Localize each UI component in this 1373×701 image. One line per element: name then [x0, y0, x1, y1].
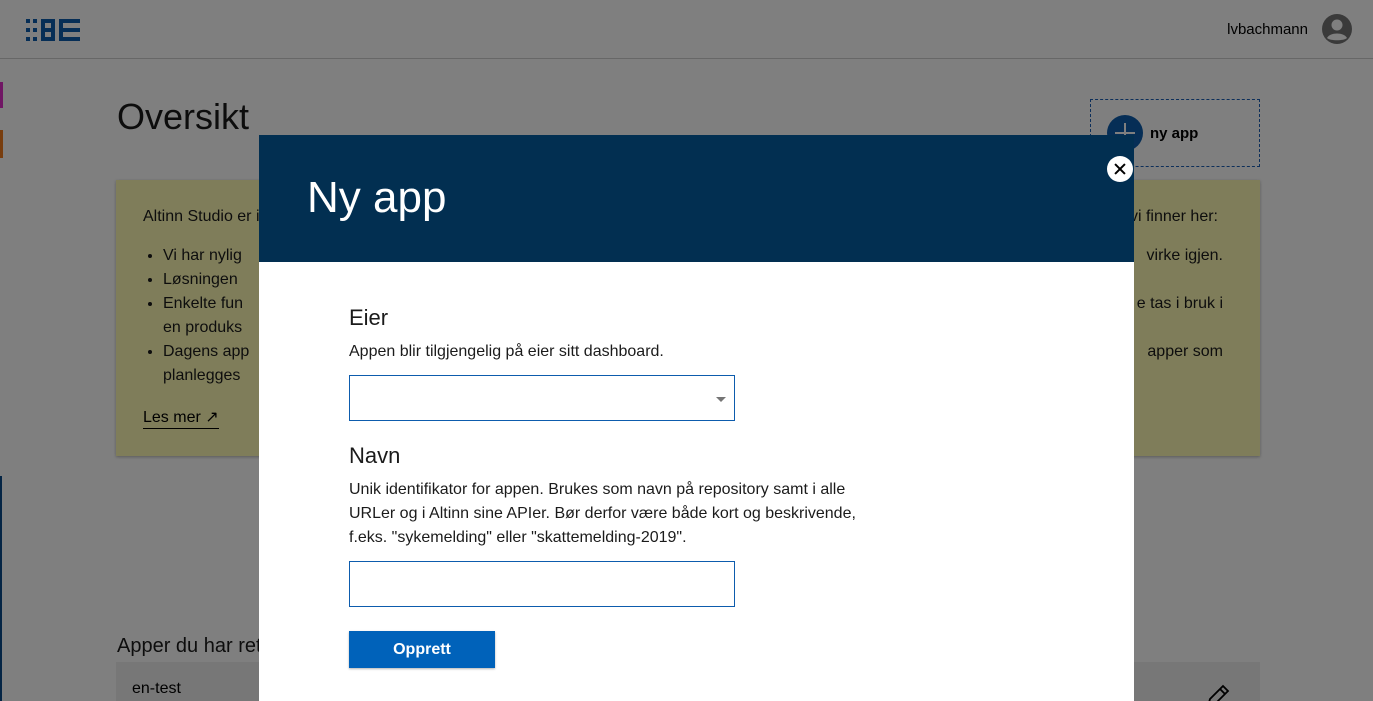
- owner-select[interactable]: [349, 375, 735, 421]
- modal-title: Ny app: [307, 173, 447, 222]
- name-description: Unik identifikator for appen. Brukes som…: [349, 478, 856, 550]
- app-name-input[interactable]: [349, 561, 735, 607]
- name-description-line: f.eks. "sykemelding" eller "skattemeldin…: [349, 529, 687, 546]
- name-description-line: URLer og i Altinn sine APIer. Bør derfor…: [349, 505, 856, 522]
- chevron-down-icon: [716, 397, 726, 402]
- owner-label: Eier: [349, 305, 389, 330]
- new-app-modal: Ny app Eier Appen blir tilgjengelig på e…: [259, 135, 1134, 701]
- owner-description: Appen blir tilgjengelig på eier sitt das…: [349, 343, 664, 360]
- close-modal-button[interactable]: [1107, 156, 1133, 182]
- name-description-line: Unik identifikator for appen. Brukes som…: [349, 481, 846, 498]
- modal-header: Ny app: [259, 135, 1134, 262]
- name-label: Navn: [349, 443, 401, 468]
- create-button[interactable]: Opprett: [349, 631, 495, 668]
